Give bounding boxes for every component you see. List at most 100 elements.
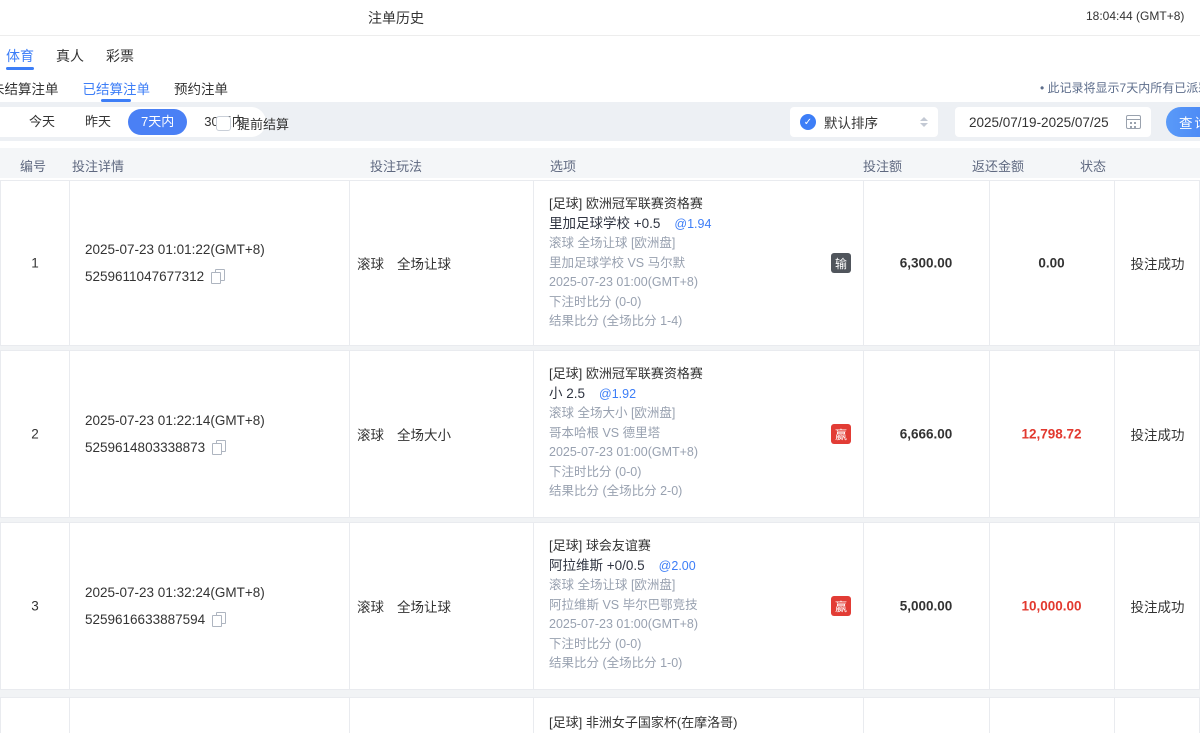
quick-today[interactable]: 今天 (16, 109, 68, 135)
score-at-bet: 下注时比分 (0-0) (549, 293, 711, 313)
subtab-settled[interactable]: 已结算注单 (83, 78, 151, 102)
tab-live-casino[interactable]: 真人 (56, 46, 84, 70)
match-time: 2025-07-23 01:00(GMT+8) (549, 615, 698, 635)
bet-time: 2025-07-23 01:01:22(GMT+8) (85, 236, 265, 263)
early-settlement-checkbox[interactable] (216, 116, 231, 131)
stake-amount: 6,666.00 (863, 427, 989, 442)
bet-status: 投注成功 (1114, 424, 1200, 444)
payout-amount: 12,798.72 (989, 427, 1114, 442)
table-row: 3 2025-07-23 01:32:24(GMT+8) 52596166338… (0, 522, 1200, 690)
selection: 阿拉维斯 +0/0.5 (549, 558, 645, 573)
bet-id: 5259616633887594 (85, 612, 205, 627)
quick-yesterday[interactable]: 昨天 (72, 109, 124, 135)
copy-icon[interactable] (212, 440, 225, 454)
result-badge-lose: 输 (831, 253, 851, 273)
option-detail: [足球] 非洲女子国家杯(在摩洛哥) (549, 713, 738, 733)
row-number: 3 (1, 599, 69, 614)
date-range-value: 2025/07/19-2025/07/25 (969, 115, 1118, 130)
bet-status: 投注成功 (1114, 253, 1200, 273)
table-row: 2 2025-07-23 01:22:14(GMT+8) 52596148033… (0, 350, 1200, 518)
col-header-stake: 投注额 (863, 156, 902, 175)
score-at-bet: 下注时比分 (0-0) (549, 635, 698, 655)
odds: @2.00 (659, 559, 696, 573)
bet-detail: 2025-07-23 01:22:14(GMT+8) 5259614803338… (85, 407, 265, 461)
stake-amount: 6,300.00 (863, 256, 989, 271)
col-header-status: 状态 (1080, 156, 1106, 175)
play-market: 全场让球 (397, 257, 451, 272)
market-line: 滚球 全场让球 [欧洲盘] (549, 234, 711, 254)
sort-select[interactable]: 默认排序 (790, 107, 938, 137)
option-detail: [足球] 球会友谊赛 阿拉维斯 +0/0.5 @2.00 滚球 全场让球 [欧洲盘… (549, 536, 698, 674)
table-header: 编号 投注详情 投注玩法 选项 投注额 返还金额 状态 (0, 148, 1200, 178)
league-name: [足球] 非洲女子国家杯(在摩洛哥) (549, 713, 738, 733)
table-row: 1 2025-07-23 01:01:22(GMT+8) 52596110476… (0, 180, 1200, 346)
bet-detail: 2025-07-23 01:01:22(GMT+8) 5259611047677… (85, 236, 265, 290)
check-circle-icon (800, 114, 816, 130)
bet-status: 投注成功 (1114, 596, 1200, 616)
early-settlement-label: 提前结算 (237, 114, 289, 133)
bet-detail: 2025-07-23 01:32:24(GMT+8) 5259616633887… (85, 579, 265, 633)
play-mode: 滚球 (357, 257, 384, 272)
play-mode: 滚球 (357, 600, 384, 615)
stake-amount: 5,000.00 (863, 599, 989, 614)
bet-id: 5259614803338873 (85, 440, 205, 455)
score-at-bet: 下注时比分 (0-0) (549, 463, 703, 483)
result-score: 结果比分 (全场比分 1-0) (549, 654, 698, 674)
copy-icon[interactable] (212, 612, 225, 626)
option-detail: [足球] 欧洲冠军联赛资格赛 里加足球学校 +0.5 @1.94 滚球 全场让球 … (549, 194, 711, 332)
play-type: 滚球全场让球 (357, 253, 451, 273)
early-settlement-filter[interactable]: 提前结算 (216, 114, 289, 133)
payout-amount: 0.00 (989, 256, 1114, 271)
row-number: 1 (1, 256, 69, 271)
selection: 里加足球学校 +0.5 (549, 216, 660, 231)
tab-lottery[interactable]: 彩票 (106, 46, 134, 70)
copy-icon[interactable] (211, 269, 224, 283)
selection: 小 2.5 (549, 386, 585, 401)
bet-time: 2025-07-23 01:22:14(GMT+8) (85, 407, 265, 434)
col-header-play: 投注玩法 (370, 156, 422, 175)
subtab-reserved[interactable]: 预约注单 (174, 78, 228, 102)
quick-7days[interactable]: 7天内 (128, 109, 187, 135)
result-badge-win: 赢 (831, 424, 851, 444)
subtab-unsettled[interactable]: 未结算注单 (0, 78, 59, 102)
play-type: 滚球全场让球 (357, 596, 451, 616)
odds: @1.92 (599, 387, 636, 401)
league-name: [足球] 欧洲冠军联赛资格赛 (549, 364, 703, 384)
bet-table-body: 1 2025-07-23 01:01:22(GMT+8) 52596110476… (0, 180, 1200, 733)
play-mode: 滚球 (357, 428, 384, 443)
league-name: [足球] 球会友谊赛 (549, 536, 698, 556)
server-time: 18:04:44 (GMT+8) (1086, 9, 1184, 23)
filter-bar: 今天 昨天 7天内 30天内 提前结算 默认排序 2025/07/19-2025… (0, 102, 1200, 141)
match-time: 2025-07-23 01:00(GMT+8) (549, 443, 703, 463)
col-header-detail: 投注详情 (72, 156, 124, 175)
records-notice: • 此记录将显示7天内所有已派彩的 (1040, 79, 1200, 96)
match-teams: 阿拉维斯 VS 毕尔巴鄂竞技 (549, 596, 698, 616)
col-header-option: 选项 (550, 156, 576, 175)
date-range-picker[interactable]: 2025/07/19-2025/07/25 (955, 107, 1151, 137)
odds: @1.94 (674, 217, 711, 231)
calendar-icon (1126, 115, 1141, 129)
bet-id: 5259611047677312 (85, 269, 204, 284)
sort-selected-value: 默认排序 (824, 112, 912, 132)
search-button[interactable]: 查询 (1166, 107, 1200, 137)
league-name: [足球] 欧洲冠军联赛资格赛 (549, 194, 711, 214)
sort-arrows-icon (920, 117, 928, 127)
col-header-payout: 返还金额 (972, 156, 1024, 175)
match-time: 2025-07-23 01:00(GMT+8) (549, 273, 711, 293)
play-type: 滚球全场大小 (357, 424, 451, 444)
row-number: 2 (1, 427, 69, 442)
col-header-no: 编号 (20, 156, 46, 175)
result-badge-win: 赢 (831, 596, 851, 616)
result-score: 结果比分 (全场比分 1-4) (549, 312, 711, 332)
table-row-partial: [足球] 非洲女子国家杯(在摩洛哥) (0, 697, 1200, 733)
tab-sports[interactable]: 体育 (6, 46, 34, 70)
option-detail: [足球] 欧洲冠军联赛资格赛 小 2.5@1.92 滚球 全场大小 [欧洲盘] … (549, 364, 703, 502)
settlement-subtabs: 未结算注单 已结算注单 预约注单 • 此记录将显示7天内所有已派彩的 (0, 70, 1200, 102)
page-title: 注单历史 (368, 8, 424, 28)
market-line: 滚球 全场大小 [欧洲盘] (549, 404, 703, 424)
match-teams: 哥本哈根 VS 德里塔 (549, 424, 703, 444)
play-market: 全场让球 (397, 600, 451, 615)
result-score: 结果比分 (全场比分 2-0) (549, 482, 703, 502)
top-bar: 注单历史 18:04:44 (GMT+8) (0, 0, 1200, 36)
market-line: 滚球 全场让球 [欧洲盘] (549, 576, 698, 596)
